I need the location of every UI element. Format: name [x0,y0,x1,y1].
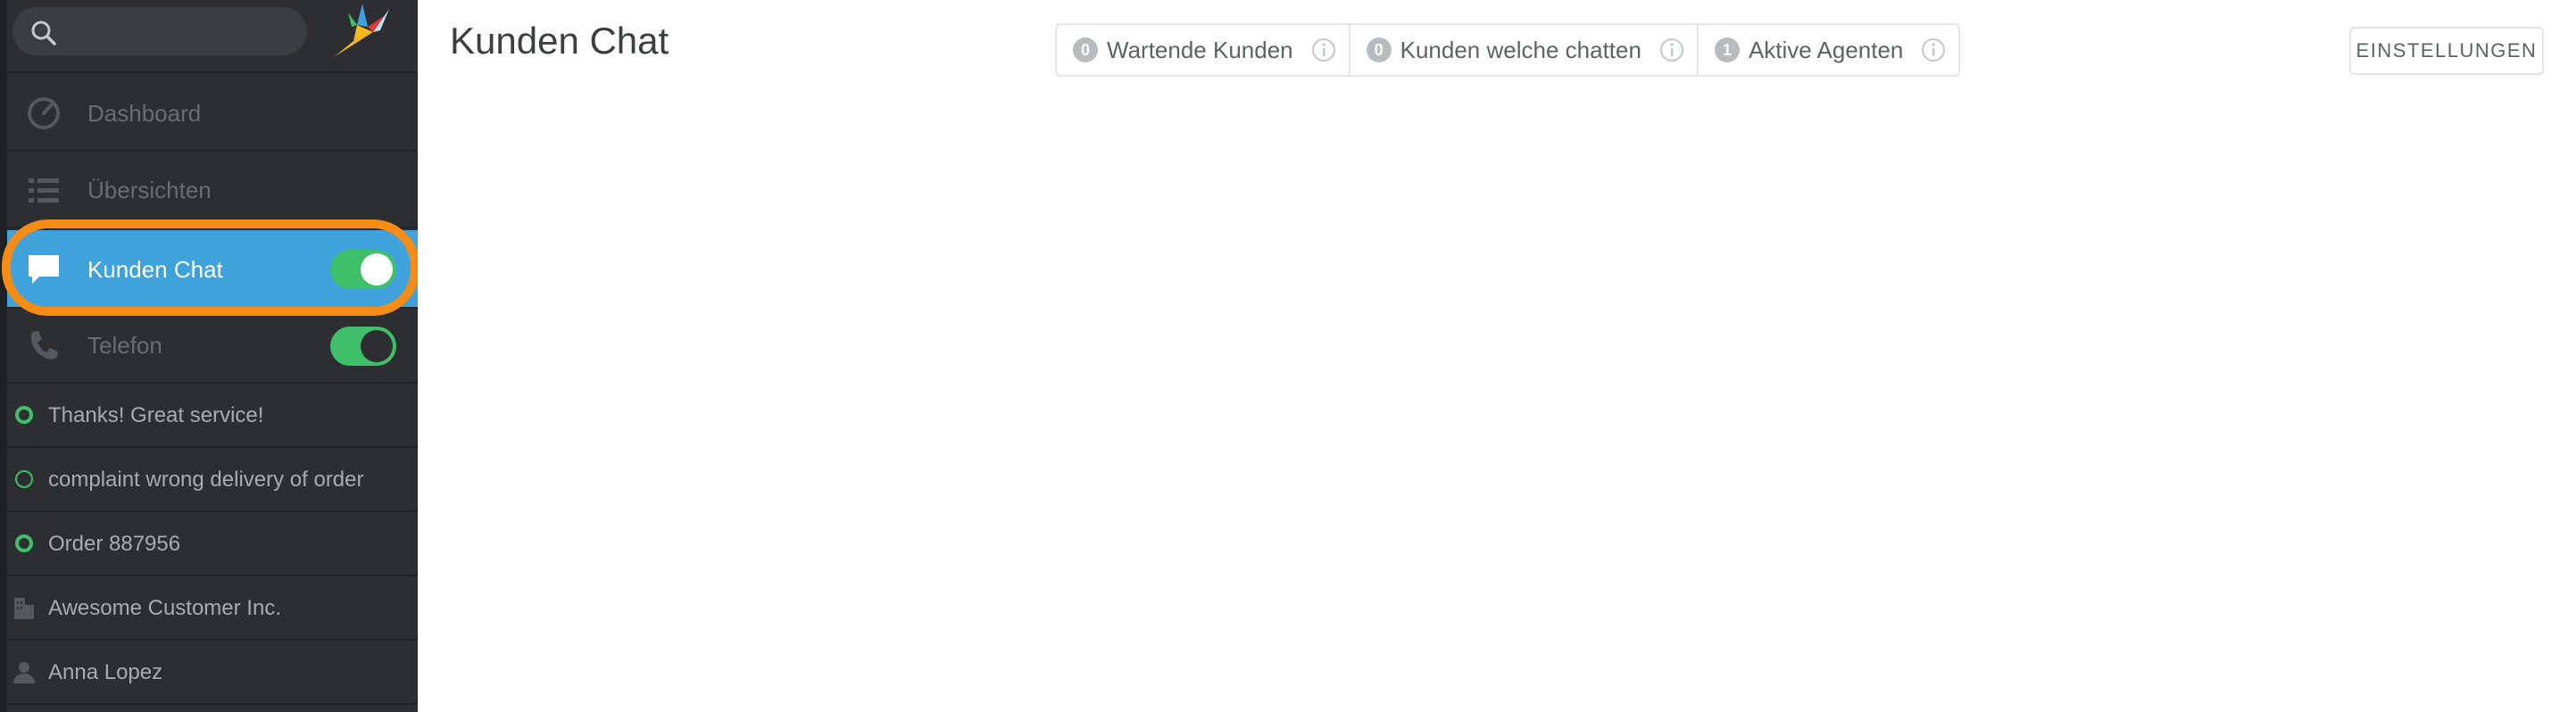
nav-overviews[interactable]: Übersichten [7,152,418,228]
sidebar: Dashboard Übersichten Kunden Chat Telefo… [0,0,420,712]
stat-label: Kunden welche chatten [1400,36,1641,63]
zammad-logo[interactable] [321,0,396,62]
stat-count: 0 [1366,37,1392,62]
stat-label: Wartende Kunden [1107,36,1293,63]
tab-organization[interactable]: Awesome Customer Inc. [7,576,418,641]
ticket-new-icon [15,470,33,488]
nav-overviews-label: Übersichten [87,177,212,203]
main-content: Kunden Chat 0 Wartende Kunden 0 Kunden w… [418,0,2576,712]
search-input[interactable] [12,7,307,55]
phone-toggle[interactable] [330,327,396,366]
stat-label: Aktive Agenten [1748,36,1904,63]
tab-label: Awesome Customer Inc. [48,596,281,620]
tab-ticket-thanks[interactable]: Thanks! Great service! [7,384,418,448]
ticket-open-icon [15,534,33,552]
dashboard-icon [28,97,60,129]
search-icon [31,21,56,46]
list-icon [29,178,59,203]
search-row [0,0,418,73]
tab-label: Thanks! Great service! [48,403,264,427]
ticket-open-icon [15,406,33,424]
info-icon[interactable] [1921,37,1946,62]
page-title: Kunden Chat [450,20,669,62]
tab-user[interactable]: Anna Lopez [7,641,418,705]
settings-button[interactable]: EINSTELLUNGEN [2349,27,2544,75]
nav-dashboard-label: Dashboard [87,100,202,127]
phone-toggle-knob [361,330,393,362]
user-icon [13,662,35,683]
info-icon[interactable] [1659,37,1684,62]
tab-label: complaint wrong delivery of order [48,468,364,492]
tab-ticket-order[interactable]: Order 887956 [7,512,418,576]
stat-chatting-customers: 0 Kunden welche chatten [1350,25,1699,75]
sidebar-edge [0,0,7,712]
stat-count: 0 [1073,37,1098,62]
tab-ticket-complaint[interactable]: complaint wrong delivery of order [7,448,418,512]
tab-label: Order 887956 [48,532,181,556]
organization-icon [14,598,34,619]
highlight-ring [2,219,420,316]
phone-icon [30,331,58,360]
stat-count: 1 [1714,37,1740,62]
nav-phone-label: Telefon [87,332,162,359]
info-icon[interactable] [1311,37,1336,62]
tab-label: Anna Lopez [48,660,163,684]
chat-stats: 0 Wartende Kunden 0 Kunden welche chatte… [1055,23,1961,77]
nav-dashboard[interactable]: Dashboard [7,75,418,152]
stat-waiting-customers: 0 Wartende Kunden [1057,25,1350,75]
nav-phone[interactable]: Telefon [7,307,418,384]
stat-active-agents: 1 Aktive Agenten [1699,25,1958,75]
